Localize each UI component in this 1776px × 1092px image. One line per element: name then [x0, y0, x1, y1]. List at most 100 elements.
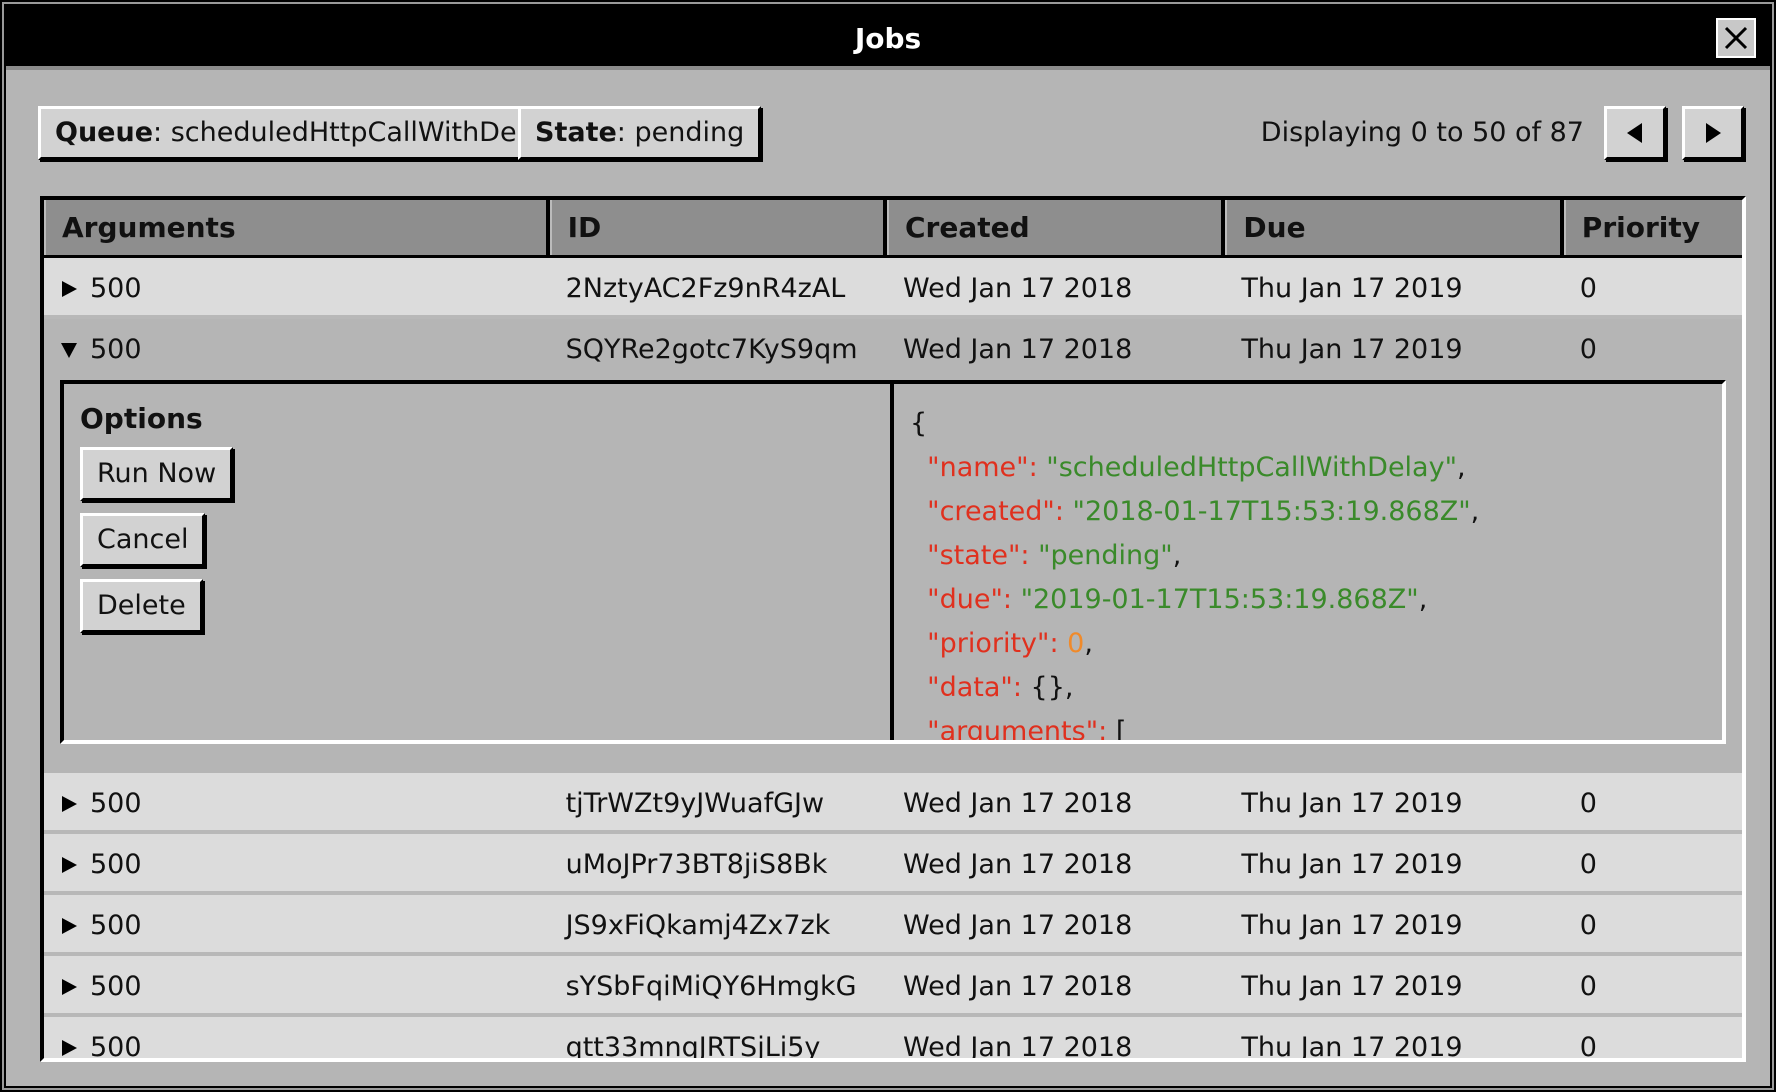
column-header-arguments[interactable]: Arguments [44, 200, 550, 255]
state-filter[interactable]: State: pending [518, 106, 762, 160]
jobs-window: Jobs Queue: scheduledHttpCallWithDelay S… [2, 2, 1774, 1090]
cell-created: Wed Jan 17 2018 [902, 910, 1133, 941]
title-bar: Jobs [6, 6, 1770, 70]
json-value: 0 [1067, 628, 1085, 659]
cell-arguments: 500 [44, 773, 550, 830]
cell-id: tjTrWZt9yJWuafGJw [565, 788, 825, 819]
state-filter-label: State [535, 117, 617, 148]
triangle-left-icon [1627, 123, 1642, 143]
expand-toggle[interactable] [60, 956, 90, 1013]
table-row[interactable]: 500 qtt33mnqJRTSjLi5y Wed Jan 17 2018 Th… [44, 1017, 1742, 1062]
json-separator: , [1084, 628, 1093, 659]
triangle-right-icon [62, 857, 77, 873]
cell-arguments: 500 [44, 956, 550, 1013]
json-key: "name" [927, 452, 1029, 483]
expand-toggle[interactable] [60, 834, 90, 891]
json-separator: , [1470, 496, 1480, 527]
json-separator: , [1457, 452, 1466, 483]
job-detail-box: Options Run Now Cancel Delete { "name": … [60, 380, 1726, 744]
close-button[interactable] [1714, 16, 1758, 60]
cell-created: Wed Jan 17 2018 [902, 849, 1133, 880]
paging-status: Displaying 0 to 50 of 87 [1260, 117, 1584, 148]
cell-due: Thu Jan 17 2019 [1241, 910, 1463, 941]
cell-id: sYSbFqiMiQY6HmgkG [565, 971, 857, 1002]
cell-id: qtt33mnqJRTSjLi5y [565, 1032, 821, 1062]
column-header-due[interactable]: Due [1225, 200, 1564, 255]
cell-arguments: 500 [44, 1017, 550, 1062]
json-line: "arguments": [ [910, 710, 1479, 744]
close-icon [1724, 26, 1748, 50]
cell-created: Wed Jan 17 2018 [902, 334, 1133, 365]
cell-id: SQYRe2gotc7KyS9qm [565, 334, 858, 365]
cell-priority: 0 [1579, 910, 1597, 941]
window-title: Jobs [854, 22, 922, 55]
json-value: [ [1115, 716, 1127, 744]
previous-page-button[interactable] [1604, 106, 1666, 160]
triangle-right-icon [62, 1040, 77, 1056]
queue-filter-value: scheduledHttpCallWithDelay [170, 117, 557, 148]
collapse-toggle[interactable] [60, 319, 90, 380]
json-open-brace: { [910, 408, 928, 439]
json-separator: , [1418, 584, 1428, 615]
cell-due: Thu Jan 17 2019 [1241, 273, 1463, 304]
cell-arguments: 500 [44, 834, 550, 891]
cell-due: Thu Jan 17 2019 [1241, 971, 1463, 1002]
arguments-value: 500 [90, 334, 142, 365]
cell-created: Wed Jan 17 2018 [902, 788, 1133, 819]
cell-priority: 0 [1579, 849, 1597, 880]
json-key: "state" [927, 540, 1021, 571]
delete-button[interactable]: Delete [80, 579, 203, 633]
cell-due: Thu Jan 17 2019 [1241, 1032, 1463, 1062]
json-line: "due": "2019-01-17T15:53:19.868Z", [927, 584, 1428, 615]
json-fields: "name": "scheduledHttpCallWithDelay", "c… [910, 446, 1480, 744]
json-key: "arguments" [927, 716, 1099, 744]
cell-created: Wed Jan 17 2018 [902, 1032, 1133, 1062]
arguments-value: 500 [90, 273, 142, 304]
run-now-button[interactable]: Run Now [80, 447, 234, 501]
triangle-right-icon [1706, 123, 1721, 143]
json-line: "data": {}, [927, 672, 1074, 703]
table-row[interactable]: 500 sYSbFqiMiQY6HmgkG Wed Jan 17 2018 Th… [44, 956, 1742, 1017]
table-row[interactable]: 500 uMoJPr73BT8jiS8Bk Wed Jan 17 2018 Th… [44, 834, 1742, 895]
next-page-button[interactable] [1682, 106, 1744, 160]
json-key: "priority" [927, 628, 1050, 659]
json-separator: , [1064, 672, 1074, 703]
arguments-value: 500 [90, 788, 142, 819]
cell-id: JS9xFiQkamj4Zx7zk [565, 910, 831, 941]
json-line: "name": "scheduledHttpCallWithDelay", [927, 452, 1466, 483]
column-header-priority[interactable]: Priority [1563, 200, 1742, 255]
expand-toggle[interactable] [60, 895, 90, 952]
cancel-button[interactable]: Cancel [80, 513, 206, 567]
json-value: "pending" [1038, 540, 1173, 571]
column-header-created[interactable]: Created [886, 200, 1226, 255]
json-value: "2018-01-17T15:53:19.868Z" [1072, 496, 1471, 527]
json-separator: , [1172, 540, 1182, 571]
table-row[interactable]: 500 2NztyAC2Fz9nR4zAL Wed Jan 17 2018 Th… [44, 258, 1742, 319]
expand-toggle[interactable] [60, 258, 90, 315]
expand-toggle[interactable] [60, 1017, 90, 1058]
cell-id: 2NztyAC2Fz9nR4zAL [565, 273, 846, 304]
arguments-value: 500 [90, 1032, 142, 1062]
expand-toggle[interactable] [60, 773, 90, 830]
cell-id: uMoJPr73BT8jiS8Bk [565, 849, 828, 880]
json-line: "state": "pending", [927, 540, 1182, 571]
cell-created: Wed Jan 17 2018 [902, 971, 1133, 1002]
cell-priority: 0 [1579, 334, 1597, 365]
table-row-expanded[interactable]: 500 SQYRe2gotc7KyS9qm Wed Jan 17 2018 Th… [44, 319, 1742, 380]
triangle-right-icon [62, 281, 77, 297]
triangle-down-icon [61, 343, 77, 358]
cell-priority: 0 [1579, 788, 1597, 819]
jobs-table: Arguments ID Created Due Priority 500 2N… [40, 196, 1746, 1062]
column-header-id[interactable]: ID [549, 200, 887, 255]
cell-arguments: 500 [44, 258, 550, 315]
cell-priority: 0 [1579, 1032, 1597, 1062]
table-row[interactable]: 500 tjTrWZt9yJWuafGJw Wed Jan 17 2018 Th… [44, 773, 1742, 834]
json-value: "2019-01-17T15:53:19.868Z" [1020, 584, 1419, 615]
json-value: {} [1030, 672, 1065, 703]
queue-filter[interactable]: Queue: scheduledHttpCallWithDelay [38, 106, 574, 160]
state-filter-value: pending [634, 117, 745, 148]
table-row[interactable]: 500 JS9xFiQkamj4Zx7zk Wed Jan 17 2018 Th… [44, 895, 1742, 956]
cell-priority: 0 [1579, 971, 1597, 1002]
cell-created: Wed Jan 17 2018 [902, 273, 1133, 304]
cell-arguments: 500 [44, 895, 550, 952]
